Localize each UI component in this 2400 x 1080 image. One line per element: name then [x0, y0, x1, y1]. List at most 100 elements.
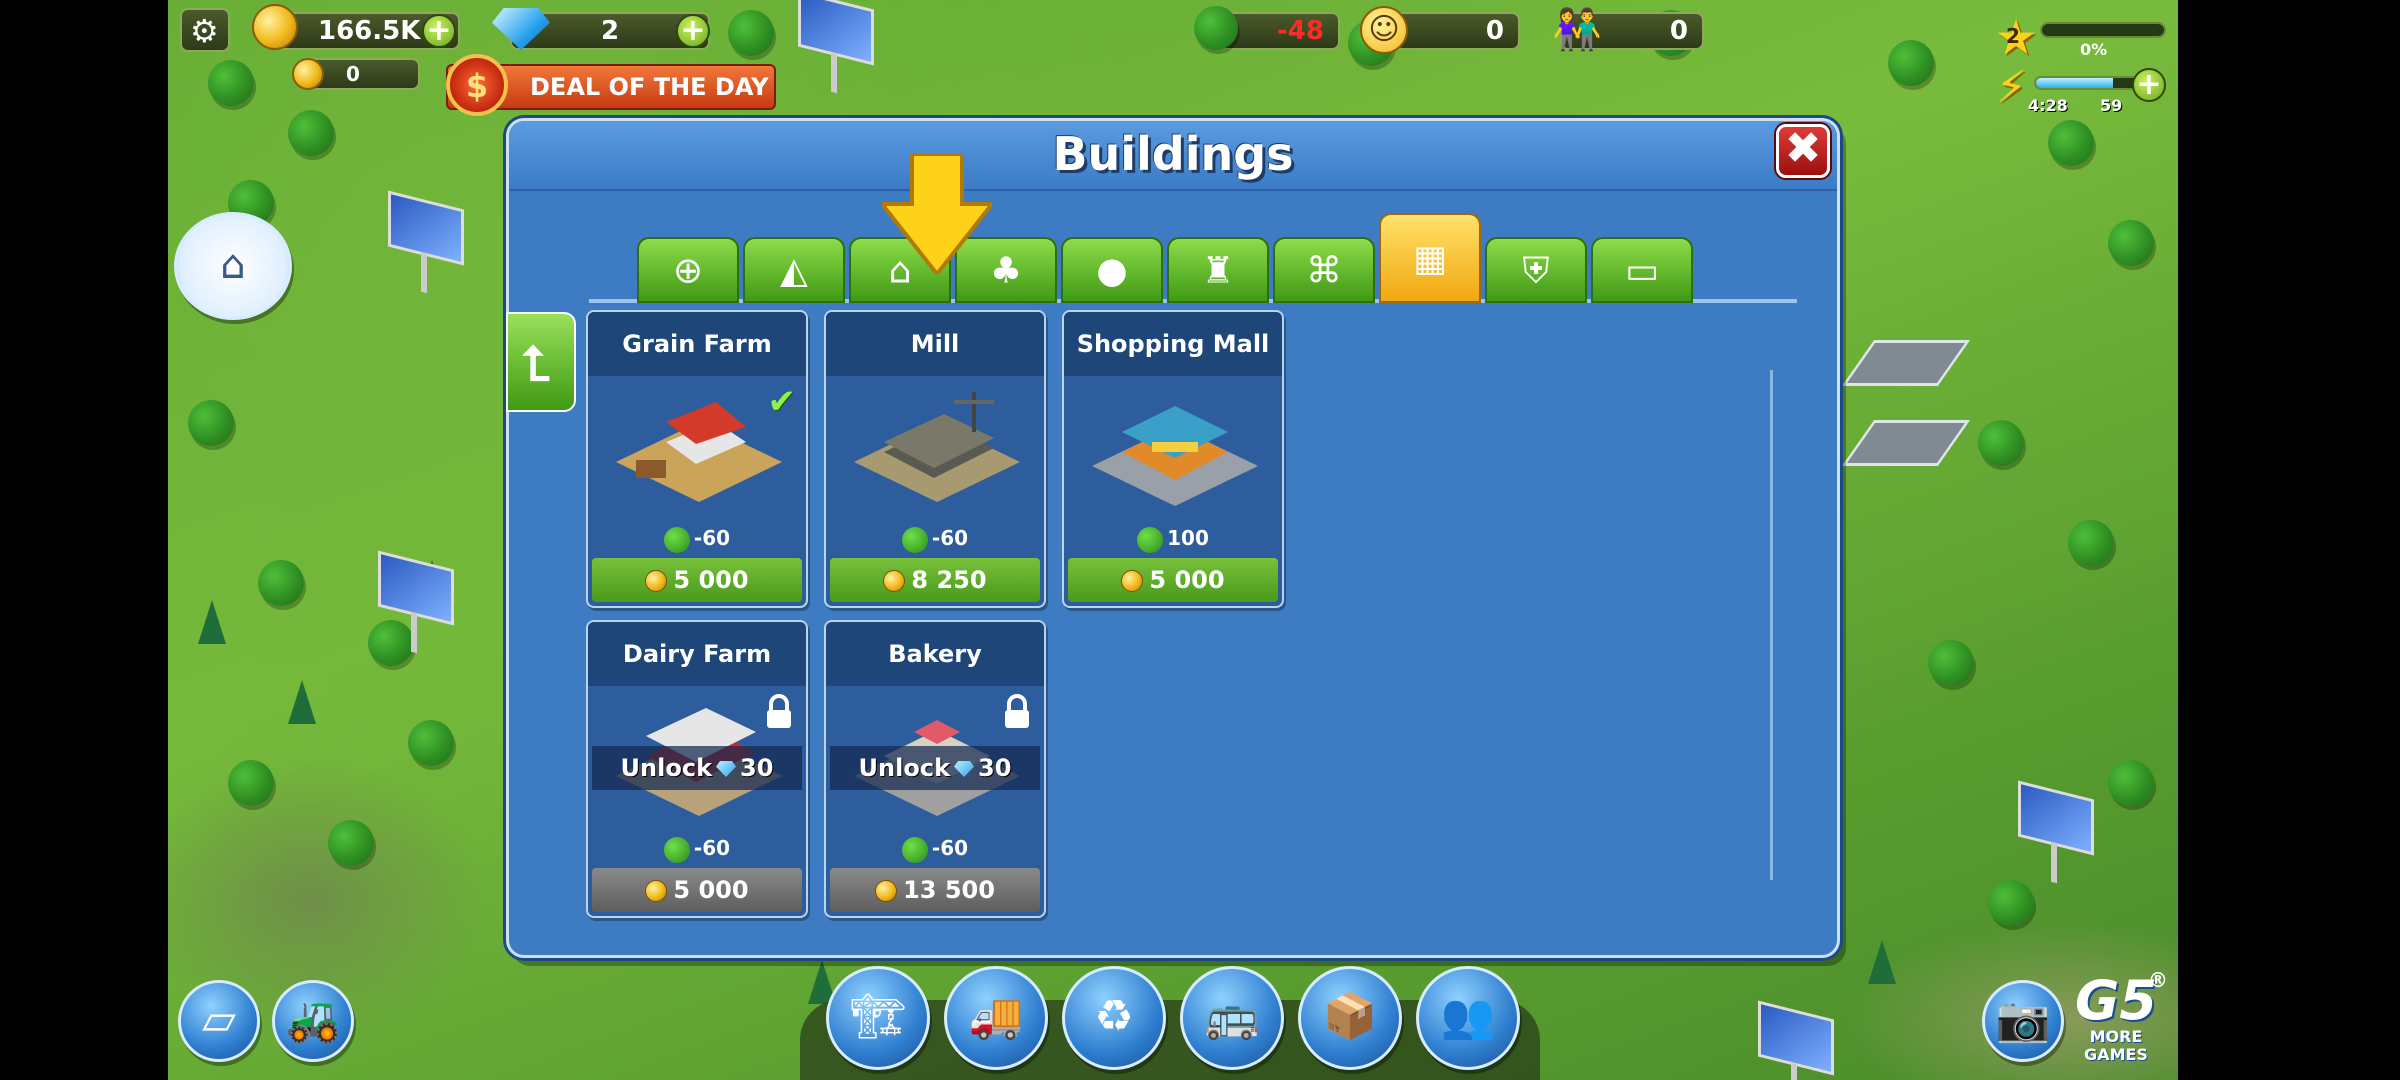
recycling-truck-icon: ♻	[1094, 991, 1134, 1043]
price-button[interactable]: 5 000	[1068, 558, 1278, 602]
level-number: 2	[2006, 24, 2020, 48]
government-building-icon: ⌘	[1306, 250, 1342, 292]
building-name: Bakery	[826, 622, 1044, 686]
energy-progress-bar	[2034, 76, 2140, 90]
eco-impact: -60	[826, 828, 1044, 868]
building-name: Shopping Mall	[1064, 312, 1282, 376]
build-crane-button[interactable]: 🏗	[826, 966, 930, 1070]
crane-icon: 🏗	[850, 991, 906, 1043]
tab-energy[interactable]: ▭	[1591, 237, 1693, 303]
coin-icon	[883, 570, 906, 592]
coin-icon	[645, 570, 668, 592]
owned-check-icon: ✔	[767, 382, 797, 422]
building-card-bakery[interactable]: Bakery Unlock 30 -60 13 500	[824, 620, 1046, 918]
tab-infrastructure[interactable]: ♜	[1167, 237, 1269, 303]
scroll-track[interactable]	[1770, 370, 1773, 880]
price-button[interactable]: 5 000	[592, 868, 802, 912]
bowling-icon: ●	[1096, 250, 1128, 292]
gem-icon	[716, 761, 737, 777]
coin-icon	[1121, 570, 1144, 592]
camera-button[interactable]: 📷	[1982, 980, 2064, 1062]
box-icon: 📦	[1322, 991, 1378, 1043]
tab-industrial[interactable]: ▦	[1379, 213, 1481, 303]
arrow-up-left-icon: ⮤	[522, 336, 551, 392]
eco-tree-icon	[901, 836, 928, 863]
buy-energy-button[interactable]: +	[2132, 68, 2166, 102]
building-name: Grain Farm	[588, 312, 806, 376]
price-button[interactable]: 13 500	[830, 868, 1040, 912]
dollar-badge-icon: $	[446, 54, 508, 116]
lock-icon	[1005, 694, 1029, 728]
storage-box-button[interactable]: 📦	[1298, 966, 1402, 1070]
xp-percent: 0%	[2080, 40, 2108, 59]
camera-icon: 📷	[1995, 994, 2051, 1046]
tab-municipal[interactable]: ⌘	[1273, 237, 1375, 303]
tower-icon: ♜	[1201, 250, 1235, 292]
coin-icon	[645, 880, 668, 902]
delivery-truck-button[interactable]: 🚚	[944, 966, 1048, 1070]
coin-icon	[875, 880, 898, 902]
road-tool-button[interactable]: ▱	[178, 980, 260, 1062]
gear-icon: ⚙	[190, 12, 219, 50]
map-region-button[interactable]: ⌂	[174, 212, 292, 320]
tab-new-buildings[interactable]: ⊕	[637, 237, 739, 303]
smiley-icon: ☺	[1360, 6, 1408, 54]
bus-icon: 🚌	[1204, 991, 1260, 1043]
back-button[interactable]: ⮤	[506, 312, 576, 412]
bulldozer-button[interactable]: 🚜	[272, 980, 354, 1062]
factory-icon: ▦	[1412, 238, 1448, 280]
battery-icon: ▭	[1624, 250, 1660, 292]
bus-button[interactable]: 🚌	[1180, 966, 1284, 1070]
bulldozer-icon: 🚜	[285, 994, 341, 1046]
close-button[interactable]: ✖	[1776, 124, 1830, 178]
building-name: Mill	[826, 312, 1044, 376]
more-games-label: MORE GAMES	[2084, 1027, 2148, 1064]
tree-bench-icon: ♣	[989, 250, 1023, 292]
eco-tree-icon	[1137, 526, 1164, 553]
eco-tree-icon	[663, 836, 690, 863]
g5-logo: G5	[2075, 969, 2157, 1032]
eco-impact: -60	[588, 828, 806, 868]
coins-icon	[252, 4, 298, 50]
tutorial-arrow-icon	[882, 154, 992, 274]
dialog-header: Buildings	[509, 121, 1837, 191]
building-card-grain-farm[interactable]: Grain Farm ✔ -60 5 000	[586, 310, 808, 608]
energy-timer: 4:28	[2028, 96, 2068, 115]
house-shapes-icon: ◭	[780, 250, 808, 292]
eco-tree-icon	[663, 526, 690, 553]
small-coins-icon	[292, 58, 324, 90]
buy-coins-button[interactable]: +	[422, 14, 456, 48]
registered-mark: ®	[2148, 968, 2168, 992]
dialog-title: Buildings	[1052, 127, 1294, 181]
tab-leisure[interactable]: ●	[1061, 237, 1163, 303]
building-card-mill[interactable]: Mill -60 8 250	[824, 310, 1046, 608]
unlock-button[interactable]: Unlock 30	[830, 746, 1040, 790]
friends-icon: 👥	[1440, 991, 1496, 1043]
energy-value: 59	[2100, 96, 2123, 115]
building-card-shopping-mall[interactable]: Shopping Mall 100 5 000	[1062, 310, 1284, 608]
xp-progress-bar	[2040, 22, 2166, 38]
road-icon: ▱	[202, 994, 236, 1046]
buy-gems-button[interactable]: +	[676, 14, 710, 48]
lock-icon	[767, 694, 791, 728]
document-plus-icon: ⊕	[672, 250, 704, 292]
tab-services[interactable]: ⛨	[1485, 237, 1587, 303]
more-games-button[interactable]: G5 MORE GAMES	[2072, 974, 2160, 1064]
unlock-button[interactable]: Unlock 30	[592, 746, 802, 790]
price-button[interactable]: 8 250	[830, 558, 1040, 602]
settings-button[interactable]: ⚙	[180, 8, 230, 52]
social-friends-button[interactable]: 👥	[1416, 966, 1520, 1070]
region-house-icon: ⌂	[220, 242, 246, 289]
energy-icon: ⚡	[1996, 62, 2027, 113]
shopping-mall-image	[1092, 406, 1258, 506]
truck-icon: 🚚	[968, 991, 1024, 1043]
grain-farm-image	[616, 402, 782, 502]
tab-residential[interactable]: ◭	[743, 237, 845, 303]
gem-icon	[954, 761, 975, 777]
eco-impact: -60	[826, 518, 1044, 558]
ecology-tree-icon	[1194, 6, 1238, 50]
price-button[interactable]: 5 000	[592, 558, 802, 602]
shield-plus-icon: ⛨	[1522, 250, 1550, 292]
recycling-truck-button[interactable]: ♻	[1062, 966, 1166, 1070]
building-card-dairy-farm[interactable]: Dairy Farm Unlock 30 -60 5 000	[586, 620, 808, 918]
